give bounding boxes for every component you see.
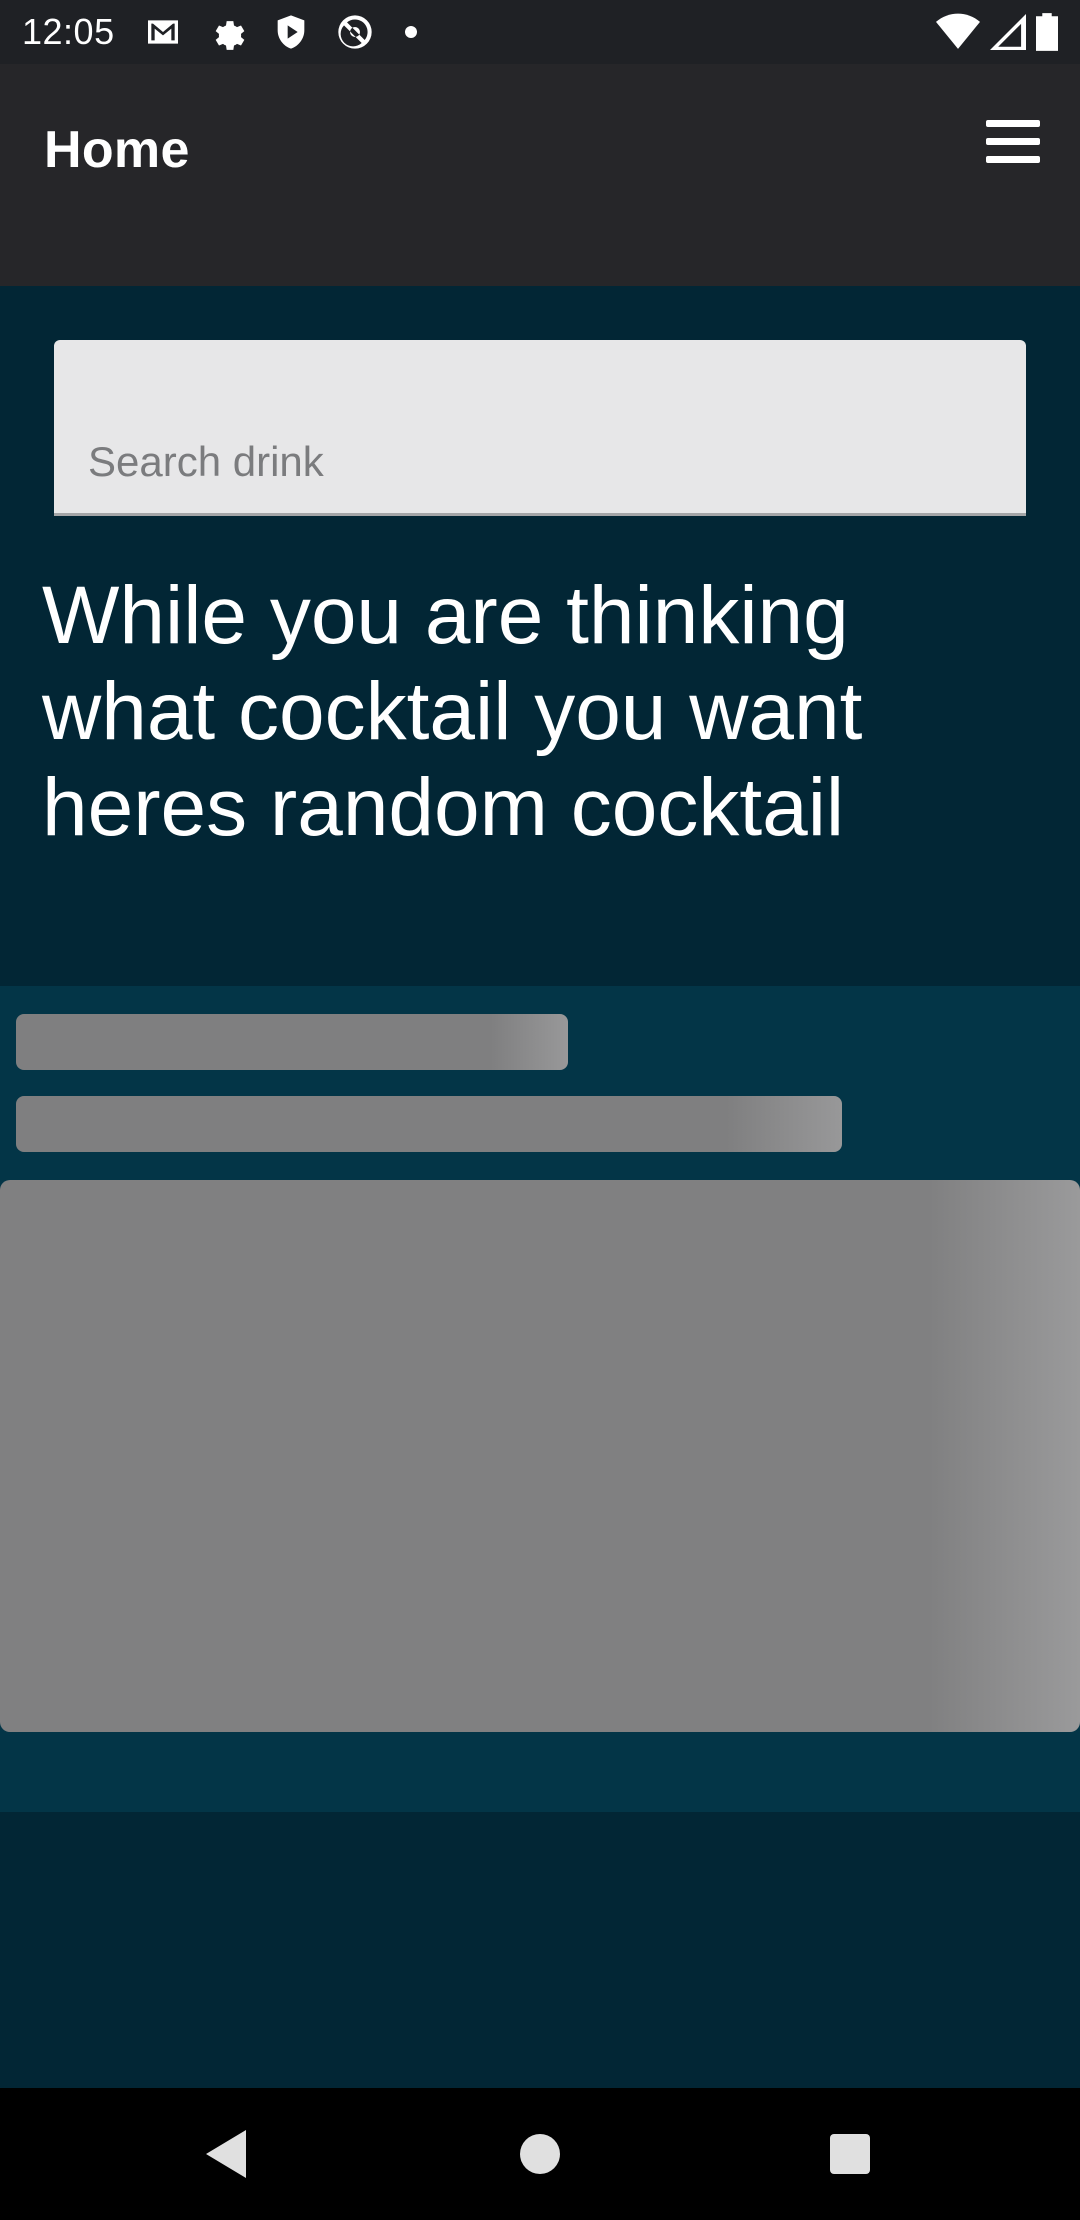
shield-play-icon — [277, 15, 304, 49]
skeleton-image — [0, 1180, 1080, 1732]
skeleton-title-line — [16, 1014, 568, 1070]
status-notification-icons — [143, 12, 417, 52]
search-input[interactable] — [54, 340, 1026, 513]
status-bar: 12:05 — [0, 0, 1080, 64]
skeleton-subtitle-line — [16, 1096, 842, 1152]
status-system-icons — [936, 13, 1058, 51]
hamburger-menu-icon[interactable] — [986, 120, 1040, 164]
screen: 12:05 Home While you are thinking what c… — [0, 0, 1080, 2220]
gmail-icon — [147, 20, 178, 44]
status-time: 12:05 — [22, 11, 115, 52]
wifi-icon — [936, 13, 980, 49]
settings-gear-icon — [215, 21, 244, 50]
navigation-bar — [0, 2088, 1080, 2220]
recents-icon[interactable] — [830, 2134, 870, 2174]
menu-line — [986, 120, 1040, 127]
menu-line — [986, 138, 1040, 145]
home-icon[interactable] — [520, 2134, 560, 2174]
cellular-signal-icon — [990, 14, 1026, 50]
random-cocktail-headline: While you are thinking what cocktail you… — [42, 570, 863, 853]
back-icon[interactable] — [206, 2130, 246, 2178]
battery-icon — [1036, 13, 1058, 51]
random-cocktail-card[interactable] — [0, 986, 1080, 1812]
background-fill — [0, 1812, 1080, 2088]
page-title: Home — [44, 121, 190, 179]
notification-dot-icon — [404, 26, 417, 38]
at-sign-icon — [337, 15, 372, 49]
search-field[interactable] — [54, 340, 1026, 516]
menu-line — [986, 156, 1040, 163]
